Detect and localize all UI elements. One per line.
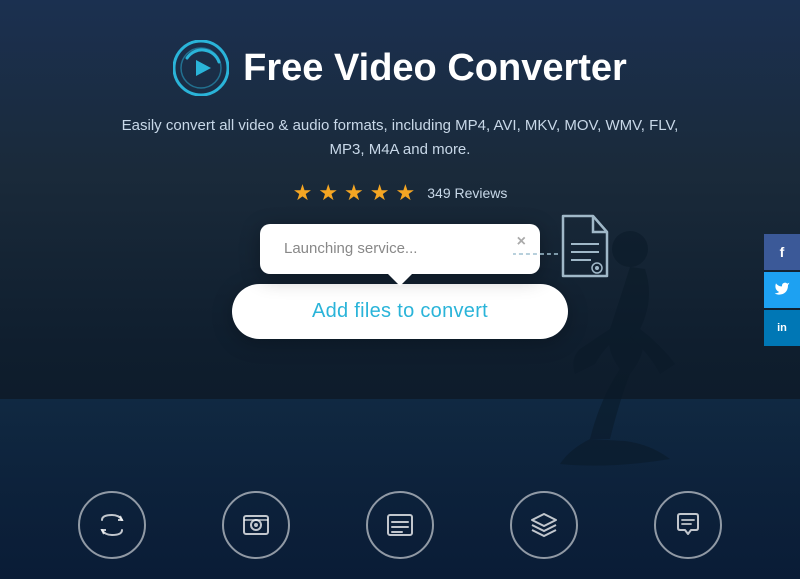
app-logo-icon (173, 40, 229, 96)
facebook-icon: f (780, 244, 785, 260)
linkedin-icon: in (777, 322, 787, 334)
media-button[interactable] (222, 491, 290, 559)
star-1: ★ (293, 180, 313, 206)
twitter-icon (774, 281, 790, 298)
twitter-button[interactable] (764, 272, 800, 308)
chat-button[interactable] (654, 491, 722, 559)
main-content: Free Video Converter Easily convert all … (0, 0, 800, 339)
tooltip-wrapper: Launching service... × (260, 224, 540, 274)
chat-icon (673, 510, 703, 540)
star-5: ★ (396, 180, 416, 206)
logo-row: Free Video Converter (173, 40, 627, 96)
tooltip-text: Launching service... (284, 240, 417, 257)
tooltip-box: Launching service... × (260, 224, 540, 274)
subtitle-button[interactable] (366, 491, 434, 559)
convert-button[interactable] (78, 491, 146, 559)
app-title: Free Video Converter (243, 47, 627, 90)
social-sidebar: f in (764, 234, 800, 346)
file-icon (555, 214, 610, 279)
file-icon-float (555, 214, 610, 284)
star-4: ★ (370, 180, 390, 206)
app-subtitle: Easily convert all video & audio formats… (120, 114, 680, 162)
add-files-button[interactable]: Add files to convert (232, 284, 568, 339)
subtitle-icon (385, 510, 415, 540)
bottom-icons-row (0, 491, 800, 559)
star-2: ★ (318, 180, 338, 206)
star-3: ★ (344, 180, 364, 206)
linkedin-button[interactable]: in (764, 310, 800, 346)
layers-button[interactable] (510, 491, 578, 559)
convert-icon (97, 510, 127, 540)
arrow-line (508, 244, 558, 264)
layers-icon (529, 510, 559, 540)
facebook-button[interactable]: f (764, 234, 800, 270)
media-icon (241, 510, 271, 540)
stars-row: ★ ★ ★ ★ ★ 349 Reviews (293, 180, 508, 206)
reviews-count: 349 Reviews (427, 185, 507, 201)
